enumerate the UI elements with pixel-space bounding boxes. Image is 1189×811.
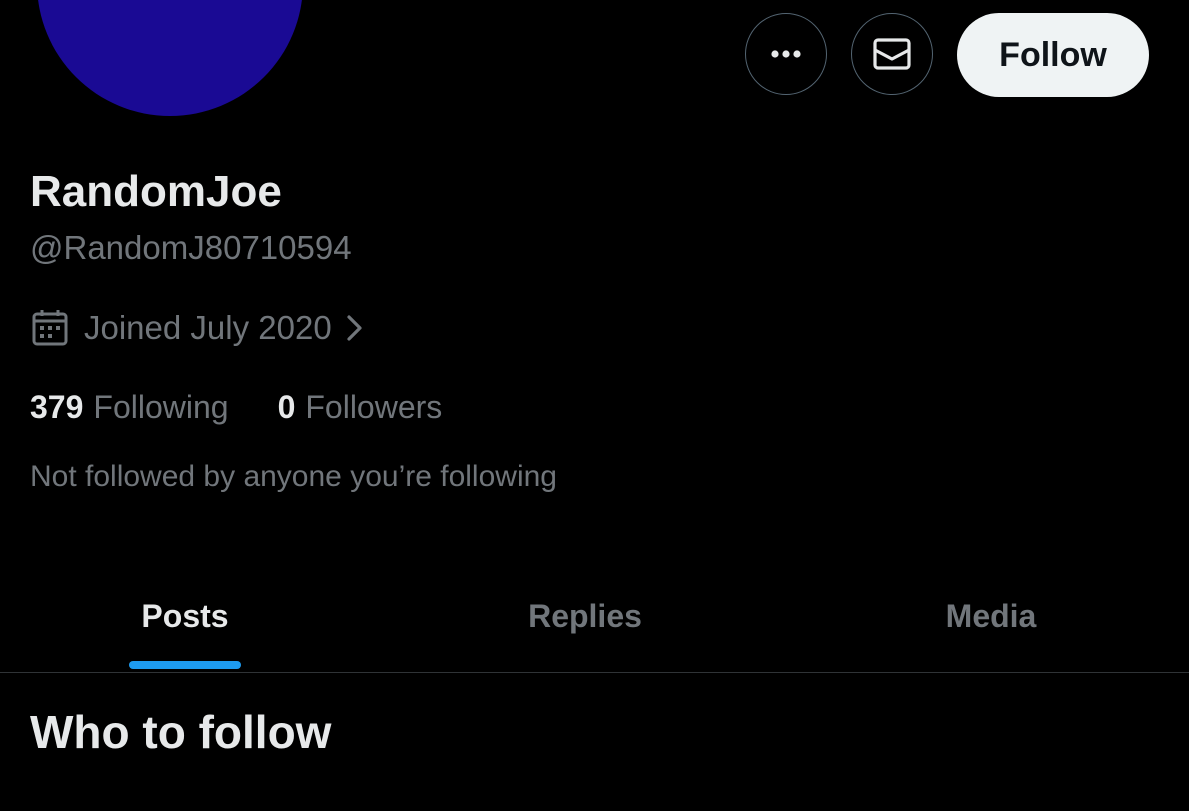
user-handle: @RandomJ80710594 bbox=[30, 229, 352, 266]
profile-tabs: Posts Replies Media bbox=[0, 560, 1189, 673]
followers-link[interactable]: 0 Followers bbox=[278, 387, 443, 427]
follow-button[interactable]: Follow bbox=[957, 13, 1149, 97]
following-link[interactable]: 379 Following bbox=[30, 387, 229, 427]
following-label: Following bbox=[93, 389, 229, 425]
more-horizontal-icon bbox=[771, 50, 801, 58]
follow-stats: 379 Following 0 Followers bbox=[30, 387, 442, 427]
display-name: RandomJoe bbox=[30, 167, 282, 216]
avatar[interactable] bbox=[37, 0, 303, 116]
not-followed-notice: Not followed by anyone you’re following bbox=[30, 460, 557, 493]
who-to-follow-heading: Who to follow bbox=[30, 706, 332, 758]
following-count: 379 bbox=[30, 389, 84, 425]
followers-label: Followers bbox=[305, 389, 443, 425]
more-button[interactable] bbox=[745, 13, 827, 95]
followers-count: 0 bbox=[277, 389, 296, 425]
tab-replies[interactable]: Replies bbox=[400, 560, 770, 672]
message-button[interactable] bbox=[851, 13, 933, 95]
envelope-icon bbox=[873, 38, 911, 70]
joined-date-row[interactable]: Joined July 2020 bbox=[30, 306, 370, 350]
chevron-right-icon bbox=[347, 315, 362, 341]
calendar-icon bbox=[32, 310, 68, 346]
joined-date-text: Joined July 2020 bbox=[84, 309, 332, 346]
active-tab-indicator bbox=[129, 661, 241, 669]
profile-page: Follow RandomJoe @RandomJ80710594 Joined… bbox=[0, 0, 1189, 811]
tab-posts[interactable]: Posts bbox=[0, 560, 370, 672]
tab-media[interactable]: Media bbox=[806, 560, 1176, 672]
